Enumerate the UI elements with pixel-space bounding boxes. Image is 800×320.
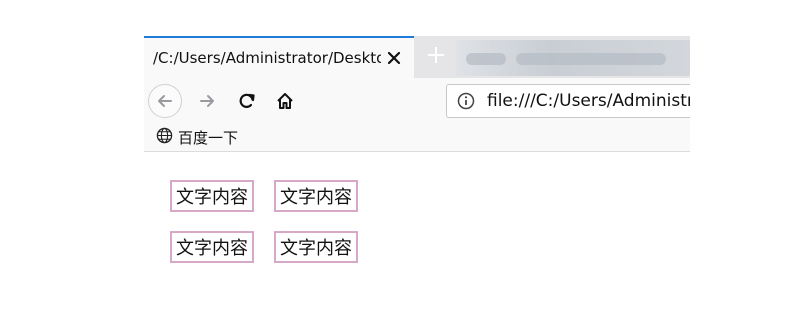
tab-title: /C:/Users/Administrator/Desktop [153,49,381,67]
globe-icon [156,127,173,148]
close-icon[interactable] [385,49,403,67]
text-box: 文字内容 [274,231,358,263]
browser-window: /C:/Users/Administrator/Desktop file:///… [144,36,690,152]
active-tab[interactable]: /C:/Users/Administrator/Desktop [144,36,414,78]
bookmarks-bar: 百度一下 [144,122,690,152]
tab-bar: /C:/Users/Administrator/Desktop [144,36,690,78]
url-text[interactable]: file:///C:/Users/Administrator/Desktop/ [487,91,690,111]
navigation-bar: file:///C:/Users/Administrator/Desktop/ [144,78,690,122]
text-box: 文字内容 [274,180,358,212]
bookmark-label: 百度一下 [178,129,239,147]
url-bar[interactable]: file:///C:/Users/Administrator/Desktop/ [446,84,690,118]
text-box: 文字内容 [170,180,254,212]
home-icon[interactable] [268,84,302,118]
arrow-left-icon[interactable] [148,84,182,118]
plus-icon[interactable] [425,44,447,66]
blurred-tab[interactable] [456,40,690,76]
text-box: 文字内容 [170,231,254,263]
reload-icon[interactable] [230,84,264,118]
arrow-right-icon[interactable] [190,84,224,118]
bookmark-item[interactable]: 百度一下 [156,127,238,148]
page-content: 文字内容 文字内容 文字内容 文字内容 [0,152,800,320]
info-icon[interactable] [457,92,475,110]
